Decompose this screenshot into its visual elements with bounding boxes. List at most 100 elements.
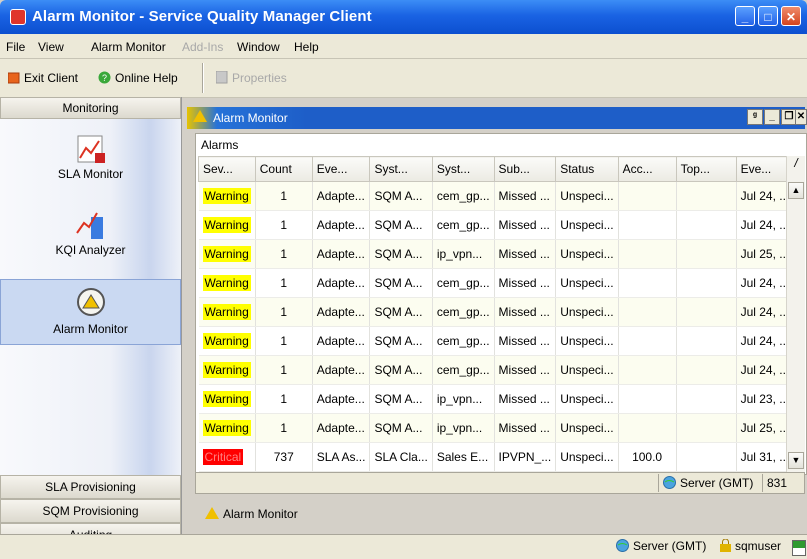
sidebar-item-kqi-analyzer[interactable]: KQI Analyzer xyxy=(0,203,181,275)
severity-badge: Warning xyxy=(202,188,251,204)
severity-badge: Warning xyxy=(202,304,251,320)
cell-severity: Warning xyxy=(198,181,256,211)
column-header-event-type[interactable]: Eve... xyxy=(311,156,371,182)
sidebar-tab-sqm-provisioning[interactable]: SQM Provisioning xyxy=(0,499,181,523)
warning-icon xyxy=(193,110,207,124)
maximize-button[interactable]: □ xyxy=(758,6,778,26)
table-row[interactable]: Warning 1 Adapte... SQM A... ip_vpn... Missed… xyxy=(198,413,798,443)
status-bar: Server (GMT) sqmuser xyxy=(0,534,807,559)
server-status: Server (GMT) xyxy=(616,539,706,555)
cell-acc xyxy=(618,326,677,356)
cell-sub: Missed ... xyxy=(494,326,557,356)
cell-event-type: Adapte... xyxy=(312,413,371,443)
cell-count: 1 xyxy=(255,413,313,443)
cell-status: Unspeci... xyxy=(555,210,619,240)
title-bar[interactable]: Alarm Monitor - Service Quality Manager … xyxy=(0,0,807,34)
exit-client-button[interactable]: Exit Client xyxy=(7,71,78,87)
svg-text:?: ? xyxy=(102,73,107,83)
menu-help[interactable]: Help xyxy=(294,40,319,54)
column-header-top[interactable]: Top... xyxy=(675,156,737,182)
cell-sub: Missed ... xyxy=(494,355,557,385)
properties-icon xyxy=(215,70,228,87)
sidebar-item-sla-monitor[interactable]: SLA Monitor xyxy=(0,127,181,201)
app-icon[interactable] xyxy=(10,9,26,25)
column-chooser-icon[interactable]: / xyxy=(787,156,805,180)
table-row[interactable]: Warning 1 Adapte... SQM A... cem_gp... Missed… xyxy=(198,268,798,298)
alarms-group: Alarms Sev... Count Eve... Syst... Syst.… xyxy=(195,133,807,475)
cell-severity: Warning xyxy=(198,297,256,327)
pin-button[interactable]: ᵍ xyxy=(747,109,763,125)
column-header-status[interactable]: Status xyxy=(555,156,619,182)
cell-system-2: cem_gp... xyxy=(432,297,495,327)
cell-top xyxy=(676,326,737,356)
navigation-sidebar: Monitoring SLA Monitor KQI Analyzer Alar… xyxy=(0,97,182,547)
cell-status: Unspeci... xyxy=(555,442,619,472)
table-row[interactable]: Warning 1 Adapte... SQM A... cem_gp... Missed… xyxy=(198,297,798,327)
menu-window[interactable]: Window xyxy=(237,40,280,54)
cell-system-2: ip_vpn... xyxy=(432,384,495,414)
cell-acc: 100.0 xyxy=(618,442,677,472)
cell-sub: Missed ... xyxy=(494,268,557,298)
table-row[interactable]: Critical 737 SLA As... SLA Cla... Sales E...… xyxy=(198,442,798,472)
table-row[interactable]: Warning 1 Adapte... SQM A... cem_gp... Missed… xyxy=(198,181,798,211)
severity-badge: Warning xyxy=(202,333,251,349)
cell-count: 1 xyxy=(255,384,313,414)
properties-button[interactable]: Properties xyxy=(215,70,287,87)
cell-status: Unspeci... xyxy=(555,239,619,269)
cell-acc xyxy=(618,384,677,414)
cell-severity: Warning xyxy=(198,384,256,414)
cell-system-1: SQM A... xyxy=(369,268,433,298)
toolbar-separator xyxy=(202,63,204,93)
table-row[interactable]: Warning 1 Adapte... SQM A... ip_vpn... Missed… xyxy=(198,384,798,414)
panel-minimize-button[interactable]: _ xyxy=(764,109,780,125)
close-button[interactable]: ✕ xyxy=(781,6,801,26)
cell-top xyxy=(676,181,737,211)
vertical-scrollbar[interactable]: / ▲ ▼ xyxy=(786,156,805,474)
cell-system-1: SQM A... xyxy=(369,413,433,443)
document-tab-alarm-monitor[interactable]: Alarm Monitor xyxy=(195,503,298,525)
cell-system-1: SQM A... xyxy=(369,297,433,327)
cell-top xyxy=(676,413,737,443)
panel-status-bar: Server (GMT) 831 xyxy=(195,472,805,494)
user-status: sqmuser xyxy=(720,538,781,555)
cell-system-1: SQM A... xyxy=(369,326,433,356)
cell-system-2: cem_gp... xyxy=(432,326,495,356)
menu-alarm-monitor[interactable]: Alarm Monitor xyxy=(91,40,166,54)
table-header-row: Sev... Count Eve... Syst... Syst... Sub.… xyxy=(198,156,798,182)
table-row[interactable]: Warning 1 Adapte... SQM A... cem_gp... Missed… xyxy=(198,210,798,240)
scroll-down-arrow[interactable]: ▼ xyxy=(788,452,804,469)
cell-system-2: ip_vpn... xyxy=(432,239,495,269)
column-header-count[interactable]: Count xyxy=(254,156,313,182)
severity-badge: Warning xyxy=(202,217,251,233)
table-row[interactable]: Warning 1 Adapte... SQM A... cem_gp... Missed… xyxy=(198,355,798,385)
menu-file[interactable]: File xyxy=(6,40,25,54)
cell-count: 1 xyxy=(255,297,313,327)
online-help-button[interactable]: ? Online Help xyxy=(98,71,178,87)
cell-sub: Missed ... xyxy=(494,239,557,269)
column-header-system-2[interactable]: Syst... xyxy=(431,156,495,182)
minimize-button[interactable]: _ xyxy=(735,6,755,26)
cell-sub: Missed ... xyxy=(494,297,557,327)
menu-view[interactable]: View xyxy=(38,40,64,54)
cell-acc xyxy=(618,268,677,298)
column-header-acc[interactable]: Acc... xyxy=(617,156,677,182)
column-header-system-1[interactable]: Syst... xyxy=(369,156,433,182)
severity-badge: Warning xyxy=(202,391,251,407)
cell-event-type: Adapte... xyxy=(312,355,371,385)
cell-system-2: cem_gp... xyxy=(432,210,495,240)
column-header-severity[interactable]: Sev... xyxy=(198,156,256,182)
cell-count: 1 xyxy=(255,181,313,211)
table-row[interactable]: Warning 1 Adapte... SQM A... ip_vpn... Missed… xyxy=(198,239,798,269)
cell-count: 737 xyxy=(255,442,313,472)
menu-add-ins[interactable]: Add-Ins xyxy=(182,40,223,54)
sidebar-tab-sla-provisioning[interactable]: SLA Provisioning xyxy=(0,475,181,499)
cell-event-type: Adapte... xyxy=(312,326,371,356)
table-row[interactable]: Warning 1 Adapte... SQM A... cem_gp... Missed… xyxy=(198,326,798,356)
cell-sub: IPVPN_... xyxy=(494,442,557,472)
panel-close-button[interactable]: ✕ xyxy=(795,109,807,125)
column-header-sub[interactable]: Sub... xyxy=(493,156,557,182)
scroll-up-arrow[interactable]: ▲ xyxy=(788,182,804,199)
cell-system-1: SQM A... xyxy=(369,355,433,385)
sidebar-header-monitoring[interactable]: Monitoring xyxy=(0,97,181,119)
sidebar-item-alarm-monitor[interactable]: Alarm Monitor xyxy=(0,279,181,345)
